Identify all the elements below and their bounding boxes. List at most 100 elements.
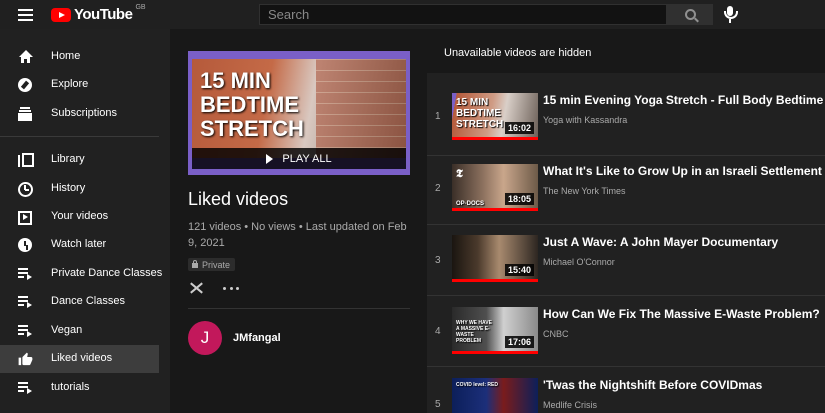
home-icon: [18, 50, 33, 65]
channel-name[interactable]: Michael O'Connor: [543, 257, 615, 267]
sidebar-item-vegan[interactable]: Vegan: [0, 317, 159, 345]
sidebar-item-private-dance-classes[interactable]: Private Dance Classes: [0, 260, 163, 288]
playlist-stats: 121 videos • No views • Last updated on …: [188, 221, 407, 249]
youtube-play-icon: [51, 7, 71, 22]
sidebar-item-label: Library: [51, 153, 85, 165]
duration-badge: 17:06: [504, 336, 534, 348]
microphone-icon[interactable]: [723, 6, 738, 24]
video-thumbnail[interactable]: COVID level: RED: [452, 378, 538, 413]
more-options-icon[interactable]: [223, 287, 239, 291]
video-thumbnail[interactable]: 𝕿 OP-DOCS 18:05: [452, 164, 538, 211]
video-index: 1: [435, 111, 441, 122]
playlist-icon: [18, 381, 33, 396]
sidebar-item-label: Home: [51, 50, 81, 62]
sidebar-item-library[interactable]: Library: [0, 146, 159, 174]
channel-name[interactable]: CNBC: [543, 329, 569, 339]
sidebar-item-dance-classes[interactable]: Dance Classes: [0, 288, 159, 316]
sidebar-item-label: tutorials: [51, 381, 90, 393]
clock-icon: [18, 238, 33, 253]
sidebar-item-liked-videos[interactable]: Liked videos: [0, 345, 159, 373]
sidebar-item-explore[interactable]: Explore: [0, 71, 159, 99]
video-thumbnail[interactable]: 15:40: [452, 235, 538, 282]
video-thumbnail[interactable]: WHY WE HAVE A MASSIVE E-WASTE PROBLEM 17…: [452, 307, 538, 354]
video-title[interactable]: Just A Wave: A John Mayer Documentary: [543, 235, 825, 250]
youtube-logo[interactable]: YouTube GB: [51, 4, 146, 23]
playlist-icon: [18, 267, 33, 282]
shuffle-icon[interactable]: [189, 282, 203, 295]
history-icon: [18, 182, 33, 197]
list-item[interactable]: 5 COVID level: RED 'Twas the Nightshift …: [427, 378, 825, 413]
video-title[interactable]: What It's Like to Grow Up in an Israeli …: [543, 164, 825, 179]
sidebar-item-label: Watch later: [51, 238, 107, 250]
duration-badge: 16:02: [504, 122, 534, 134]
play-icon: [266, 153, 274, 164]
playlist-title: Liked videos: [188, 189, 289, 209]
search-icon: [685, 9, 696, 20]
search-input[interactable]: [259, 4, 667, 25]
thumbnail-text: 15 MIN BEDTIME STRETCH: [200, 68, 304, 141]
watched-progress-bar: [452, 208, 538, 211]
region-code: GB: [135, 4, 146, 11]
list-item[interactable]: 3 15:40 Just A Wave: A John Mayer Docume…: [427, 235, 825, 308]
video-title[interactable]: 15 min Evening Yoga Stretch - Full Body …: [543, 93, 825, 108]
thumbnail-text: 15 MIN BEDTIME STRETCH: [456, 97, 504, 130]
thumbnail-text: COVID level: RED: [456, 382, 498, 388]
video-index: 2: [435, 183, 441, 194]
list-item[interactable]: 2 𝕿 OP-DOCS 18:05 What It's Like to Grow…: [427, 164, 825, 237]
top-bar: YouTube GB: [0, 0, 825, 29]
sidebar-item-label: Dance Classes: [51, 295, 125, 307]
video-thumbnail[interactable]: 15 MIN BEDTIME STRETCH 16:02: [452, 93, 538, 140]
sidebar-item-tutorials[interactable]: tutorials: [0, 374, 159, 402]
play-all-label: PLAY ALL: [282, 152, 332, 165]
thumbnail-image: 15 MIN BEDTIME STRETCH: [192, 59, 406, 158]
thumbs-up-icon: [18, 352, 33, 367]
duration-badge: 15:40: [504, 264, 534, 276]
video-index: 4: [435, 326, 441, 337]
sidebar-divider: [0, 136, 159, 137]
watched-progress-bar: [452, 279, 538, 282]
lock-icon: [192, 260, 198, 268]
sidebar-item-label: History: [51, 182, 86, 194]
sidebar-item-label: Private Dance Classes: [51, 267, 163, 279]
watched-progress-bar: [452, 351, 538, 354]
privacy-label: Private: [202, 259, 231, 270]
unavailable-notice: Unavailable videos are hidden: [444, 47, 592, 59]
search-button[interactable]: [667, 4, 713, 25]
owner-name[interactable]: JMfangal: [233, 332, 281, 344]
list-item[interactable]: 4 WHY WE HAVE A MASSIVE E-WASTE PROBLEM …: [427, 307, 825, 380]
row-divider: [427, 224, 825, 225]
row-divider: [427, 295, 825, 296]
channel-name[interactable]: Medlife Crisis: [543, 400, 597, 410]
subscriptions-icon: [18, 107, 33, 122]
video-index: 3: [435, 255, 441, 266]
sidebar-item-label: Explore: [51, 78, 89, 90]
sidebar-item-label: Vegan: [51, 324, 83, 336]
sidebar-item-home[interactable]: Home: [0, 43, 159, 71]
avatar[interactable]: J: [188, 321, 222, 355]
playlist-thumbnail[interactable]: 15 MIN BEDTIME STRETCH PLAY ALL: [188, 51, 410, 175]
sidebar-item-watch-later[interactable]: Watch later: [0, 231, 159, 259]
video-title[interactable]: How Can We Fix The Massive E-Waste Probl…: [543, 307, 825, 322]
sidebar-item-history[interactable]: History: [0, 175, 159, 203]
video-title[interactable]: 'Twas the Nightshift Before COVIDmas: [543, 378, 825, 393]
playlist-icon: [18, 324, 33, 339]
library-icon: [18, 153, 34, 168]
sidebar-item-your-videos[interactable]: Your videos: [0, 203, 159, 231]
play-all-button[interactable]: PLAY ALL: [192, 148, 406, 169]
video-index: 5: [435, 399, 441, 410]
divider: [188, 308, 410, 309]
sidebar-item-label: Liked videos: [51, 352, 113, 364]
sidebar-item-subscriptions[interactable]: Subscriptions: [0, 100, 159, 128]
playlist-icon: [18, 295, 33, 310]
channel-name[interactable]: The New York Times: [543, 186, 626, 196]
privacy-badge[interactable]: Private: [188, 258, 236, 271]
nyt-logo-icon: 𝕿: [456, 167, 463, 180]
watched-progress-bar: [452, 137, 538, 140]
compass-icon: [18, 78, 33, 93]
sidebar-item-label: Subscriptions: [51, 107, 118, 119]
sidebar-item-label: Your videos: [51, 210, 109, 222]
channel-name[interactable]: Yoga with Kassandra: [543, 115, 627, 125]
hamburger-menu-icon[interactable]: [18, 9, 33, 21]
thumbnail-text: WHY WE HAVE A MASSIVE E-WASTE PROBLEM: [456, 320, 492, 344]
logo-text: YouTube: [74, 6, 133, 23]
